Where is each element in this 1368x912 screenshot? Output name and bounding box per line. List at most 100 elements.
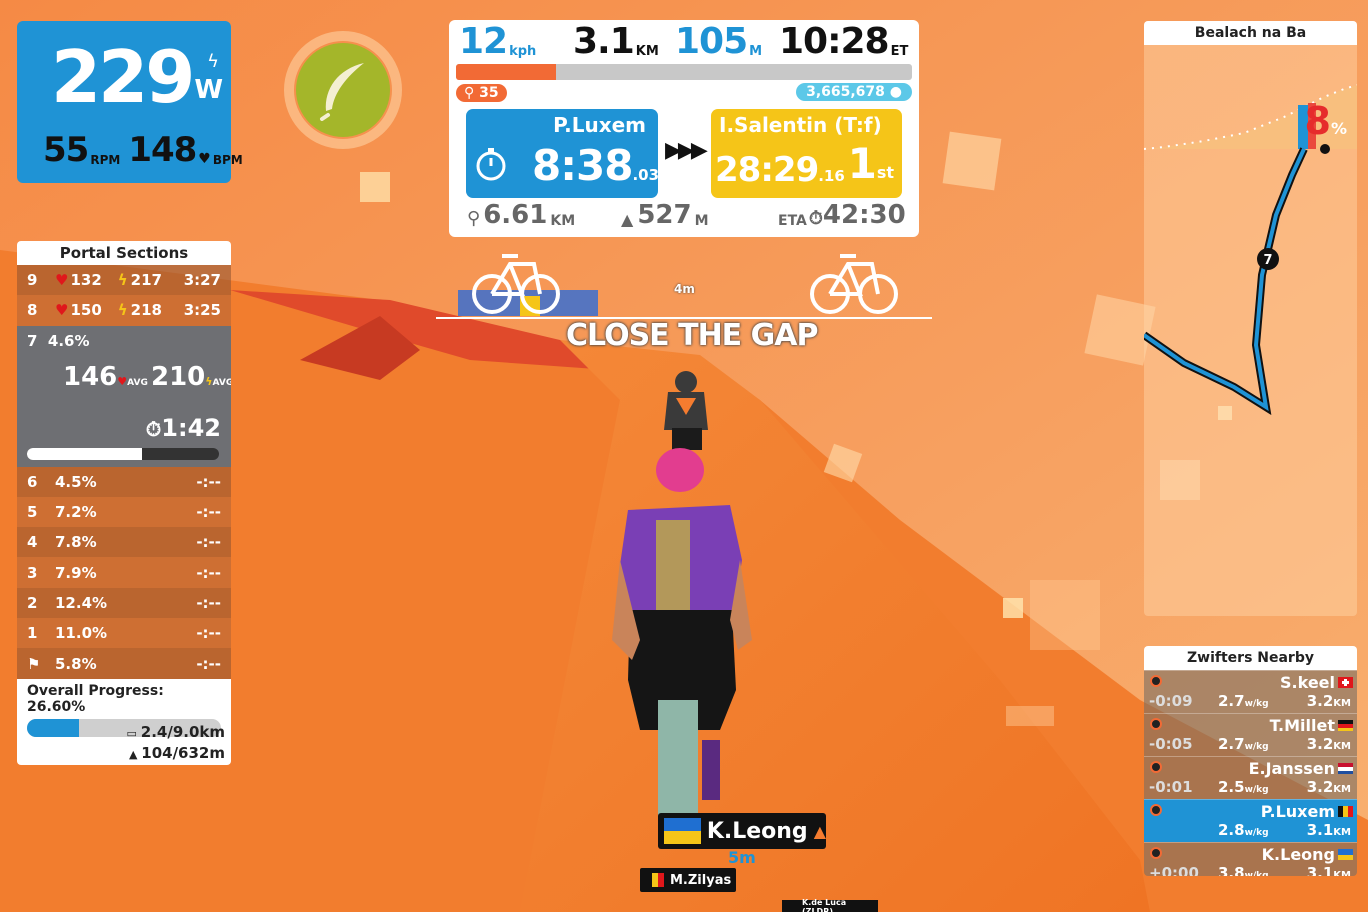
stopwatch-icon [476, 148, 506, 181]
km-unit: KM [1333, 827, 1351, 838]
rider-gap: +0:00 [1149, 864, 1199, 876]
active-section-progress [27, 447, 219, 460]
km-unit: KM [1333, 784, 1351, 795]
section-grade: 7.2% [55, 503, 97, 522]
nearby-rider-row[interactable]: P.Luxem 2.8w/kg 3.1KM [1144, 799, 1357, 842]
heart-rate-value: 148 [128, 130, 197, 170]
gap-distance: 4m [674, 282, 695, 296]
your-name: P.Luxem [553, 113, 646, 137]
elevation-unit: M [749, 44, 763, 59]
section-time: -:-- [196, 624, 221, 643]
rider-km-value: 3.2 [1306, 778, 1334, 796]
rider-wkg-value: 2.7 [1218, 692, 1245, 710]
portal-section-row: 8 ♥ 150 ϟ 218 3:25 [17, 295, 231, 326]
active-section-number: 7 [27, 331, 38, 350]
country-flag-icon [1338, 763, 1353, 774]
nearby-rider-row[interactable]: +0:00 K.Leong 3.8w/kg 3.1KM [1144, 842, 1357, 876]
active-section-time: ⏱1:42 [146, 414, 221, 442]
lightning-icon: ϟ [205, 374, 213, 388]
overall-elevation: ▲ 104/632m [129, 744, 225, 762]
lightning-icon: ϟ [117, 271, 128, 290]
bike-icon [472, 254, 560, 314]
elapsed-time-value: 10:28 [779, 21, 890, 62]
rider-wkg-value: 2.7 [1218, 735, 1245, 753]
wkg-unit: w/kg [1244, 785, 1269, 795]
rider-distance: 3.2KM [1307, 735, 1351, 753]
active-time-value: 1:42 [161, 413, 221, 442]
heart-icon: ♥ [55, 301, 69, 320]
remaining-distance-unit: KM [550, 213, 576, 229]
mountain-icon: ▲ [813, 821, 826, 841]
power-panel: 229 ϟ W 55 RPM 148 ♥ BPM [17, 21, 243, 183]
drops-count: 3,665,678 [806, 84, 885, 100]
leader-segment-time: 28:29.16 [715, 153, 845, 187]
section-number: 9 [27, 271, 38, 290]
stopwatch-icon: ⏱ [808, 208, 823, 229]
avg-power-value: 210 [151, 361, 206, 392]
leader-time-main: 28:29 [715, 150, 819, 190]
feather-icon [296, 43, 390, 137]
cadence-hr-row: 55 RPM 148 ♥ BPM [43, 133, 249, 167]
mountain-icon: ▲ [128, 747, 142, 761]
current-grade: 8% [1305, 99, 1347, 143]
rider-icon [1150, 761, 1162, 773]
portal-section-row: 4 7.8% -:-- [17, 527, 231, 558]
your-segment-card: P.Luxem 8:38.03 [466, 109, 660, 198]
overall-distance: ▭ 2.4/9.0km [127, 723, 225, 741]
section-number: 2 [27, 593, 38, 612]
lightning-icon: ϟ [207, 51, 219, 72]
section-power: 218 [130, 301, 162, 320]
distance-metric: 3.1 KM [573, 24, 659, 60]
heart-rate-unit: BPM [212, 153, 243, 167]
country-flag-icon [1338, 720, 1353, 731]
portal-title: Portal Sections [17, 241, 231, 265]
route-progress-fill [456, 64, 557, 80]
section-number: 3 [27, 563, 38, 582]
country-flag-icon [1338, 849, 1353, 860]
overall-progress: Overall Progress: 26.60% ▭ 2.4/9.0km ▲ 1… [17, 678, 231, 765]
rider-wkg-value: 2.8 [1218, 821, 1245, 839]
km-unit: KM [1333, 741, 1351, 752]
rider-wkg-value: 3.8 [1218, 864, 1245, 876]
section-grade: 7.9% [55, 563, 97, 582]
rider-tag-k-de-luca[interactable]: K.de Luca (ZLDR) [782, 898, 878, 912]
rider-count: 35 [479, 85, 499, 101]
powerup-slot[interactable] [284, 31, 402, 149]
location-pin-icon: ⚲ [467, 208, 481, 229]
grade-unit: % [1330, 119, 1347, 138]
active-section-progress-fill [27, 447, 143, 460]
section-number: 6 [27, 472, 38, 491]
rider-name: K.Leong [1261, 845, 1335, 864]
nearby-rider-row[interactable]: -0:09 S.keel 2.7w/kg 3.2KM [1144, 670, 1357, 713]
power-value: 229 [51, 35, 195, 119]
leader-time-ms: .16 [818, 167, 845, 185]
elevation-value: 105 [675, 21, 748, 62]
section-number: 1 [27, 624, 38, 643]
elapsed-time-metric: 10:28 ET [779, 24, 908, 60]
distance-value: 3.1 [573, 21, 635, 62]
portal-section-row: ⚑ 5.8% -:-- [17, 648, 231, 679]
rider-name: P.Luxem [1260, 802, 1335, 821]
nearby-rider-row[interactable]: -0:01 E.Janssen 2.5w/kg 3.2KM [1144, 756, 1357, 799]
zwifters-nearby-panel: Zwifters Nearby -0:09 S.keel 2.7w/kg 3.2… [1144, 646, 1357, 876]
portal-section-row: 2 12.4% -:-- [17, 587, 231, 619]
top-hud: 12 kph 3.1 KM 105 M 10:28 ET ⚲ 35 3,665,… [449, 20, 919, 237]
rider-distance: 3.2KM [1307, 692, 1351, 710]
wkg-unit: w/kg [1244, 742, 1269, 752]
close-the-gap-title: CLOSE THE GAP [566, 318, 818, 353]
rider-count-badge: ⚲ 35 [456, 84, 507, 102]
rider-gap: -0:09 [1149, 692, 1193, 710]
rider-tag-name: K.Leong [706, 818, 808, 844]
bike-icon [810, 254, 898, 314]
country-flag-icon [1338, 806, 1353, 817]
wkg-unit: w/kg [1244, 828, 1269, 838]
nearby-list: -0:09 S.keel 2.7w/kg 3.2KM -0:05 T.Mille… [1144, 670, 1357, 876]
upcoming-sections: 6 4.5% -:-- 5 7.2% -:-- 4 7.8% -:-- 3 7.9% … [17, 466, 231, 679]
rider-tag-distance: 5m [728, 848, 756, 867]
rider-tag-m-zilyas[interactable]: M.Zilyas [640, 868, 736, 892]
rider-tag-k-leong[interactable]: K.Leong ▲ [658, 813, 826, 849]
speed-unit: kph [509, 44, 537, 59]
nearby-rider-row[interactable]: -0:05 T.Millet 2.7w/kg 3.2KM [1144, 713, 1357, 756]
your-time-ms: .03 [632, 166, 660, 184]
remaining-distance-value: 6.61 [483, 200, 548, 230]
